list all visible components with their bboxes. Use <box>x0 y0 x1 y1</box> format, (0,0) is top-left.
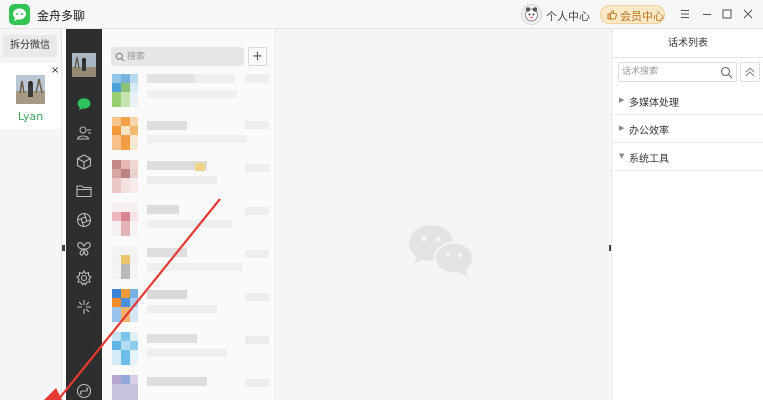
chevron-right-icon: ▶ <box>619 124 625 132</box>
chat-time-blur <box>245 121 269 129</box>
chat-avatar <box>112 117 138 150</box>
category-system-tools[interactable]: ▼ 系统工具 <box>612 143 763 171</box>
add-chat-button[interactable]: + <box>248 47 267 66</box>
chevron-right-icon: ▶ <box>619 96 625 104</box>
aperture-icon[interactable] <box>75 211 93 229</box>
scripts-panel: 话术列表 ▶ 多媒体处理 ▶ 办公效率 ▼ 系统工具 <box>611 29 763 400</box>
thumbs-up-icon <box>607 10 617 20</box>
chevron-down-icon: ▼ <box>619 152 625 160</box>
split-wechat-button[interactable]: 拆分微信 <box>3 35 57 57</box>
chat-icon[interactable] <box>75 95 93 113</box>
double-chevron-up-icon <box>745 67 755 77</box>
chat-list: + <box>102 29 276 400</box>
chat-name-blur <box>147 290 187 299</box>
settings-icon[interactable] <box>75 269 93 287</box>
chat-preview-blur <box>147 90 237 98</box>
search-box[interactable] <box>111 47 244 66</box>
user-avatar-icon[interactable] <box>521 4 542 25</box>
category-office[interactable]: ▶ 办公效率 <box>612 115 763 143</box>
chat-time-blur <box>245 250 269 258</box>
chat-name-blur <box>147 205 179 214</box>
folder-icon[interactable] <box>75 182 93 200</box>
chat-avatar <box>112 160 138 193</box>
list-item[interactable] <box>102 70 275 113</box>
left-resize-handle[interactable] <box>62 245 65 251</box>
chat-preview-blur <box>147 176 217 184</box>
search-icon[interactable] <box>720 66 733 79</box>
chat-preview-blur <box>147 263 242 271</box>
app-logo-icon <box>9 4 30 25</box>
chat-avatar <box>112 246 138 279</box>
chat-time-blur <box>245 164 269 172</box>
butterfly-icon[interactable] <box>75 240 93 258</box>
category-label: 系统工具 <box>629 154 669 165</box>
chat-name-blur <box>147 121 187 130</box>
scripts-search-box[interactable] <box>618 62 737 82</box>
close-icon[interactable] <box>738 4 758 24</box>
vip-center-label: 会员中心 <box>620 10 664 23</box>
account-sidebar: 拆分微信 × Lyan <box>0 29 62 400</box>
search-icon <box>115 52 125 62</box>
list-item[interactable] <box>102 371 275 400</box>
category-multimedia[interactable]: ▶ 多媒体处理 <box>612 87 763 115</box>
chat-avatar <box>112 203 138 236</box>
scripts-panel-title: 话术列表 <box>612 29 763 58</box>
chat-preview-blur <box>147 220 232 228</box>
chat-name-blur <box>147 334 197 343</box>
list-item[interactable] <box>102 156 275 199</box>
chat-name-blur <box>195 163 205 171</box>
chat-preview-blur <box>147 135 247 143</box>
list-item[interactable] <box>102 113 275 156</box>
chat-name-blur <box>147 377 207 386</box>
account-card[interactable]: × Lyan <box>0 63 61 129</box>
chat-avatar <box>112 375 138 400</box>
chat-time-blur <box>245 379 269 387</box>
scripts-search-input[interactable] <box>622 65 714 79</box>
chat-time-blur <box>245 74 269 83</box>
personal-center-link[interactable]: 个人中心 <box>546 8 590 24</box>
list-item[interactable] <box>102 199 275 242</box>
chat-name-blur <box>195 74 235 83</box>
app-title: 金舟多聊 <box>37 9 86 23</box>
list-item[interactable] <box>102 285 275 328</box>
sparkle-icon[interactable] <box>75 298 93 316</box>
account-name: Lyan <box>17 110 44 123</box>
chat-avatar <box>112 74 138 107</box>
menu-icon[interactable] <box>675 4 695 24</box>
add-chat-label: + <box>252 49 263 64</box>
nav-avatar[interactable] <box>72 53 96 77</box>
wechat-watermark-icon <box>409 225 474 277</box>
chat-avatar <box>112 332 138 365</box>
chat-avatar <box>112 289 138 322</box>
account-close-icon[interactable]: × <box>51 65 59 76</box>
chat-time-blur <box>245 336 269 344</box>
split-wechat-label: 拆分微信 <box>10 40 50 51</box>
search-input[interactable] <box>127 49 237 64</box>
collapse-all-button[interactable] <box>740 62 760 82</box>
minimize-icon[interactable] <box>697 4 717 24</box>
category-label: 办公效率 <box>629 126 669 137</box>
chat-time-blur <box>245 207 269 215</box>
list-item[interactable] <box>102 328 275 371</box>
maximize-icon[interactable] <box>717 4 737 24</box>
chat-name-blur <box>147 248 187 257</box>
box-icon[interactable] <box>75 153 93 171</box>
nav-strip <box>66 29 102 400</box>
chat-name-blur <box>147 74 195 83</box>
contacts-icon[interactable] <box>75 124 93 142</box>
chat-preview-blur <box>147 349 227 357</box>
list-item[interactable] <box>102 242 275 285</box>
title-bar: 金舟多聊 个人中心 会员中心 <box>0 0 763 29</box>
vip-center-button[interactable]: 会员中心 <box>600 5 665 24</box>
chat-preview-blur <box>147 305 217 313</box>
chat-time-blur <box>245 293 269 301</box>
category-label: 多媒体处理 <box>629 98 679 109</box>
chat-window-empty <box>277 29 610 400</box>
mini-program-icon[interactable] <box>75 382 93 400</box>
account-avatar <box>16 75 45 104</box>
